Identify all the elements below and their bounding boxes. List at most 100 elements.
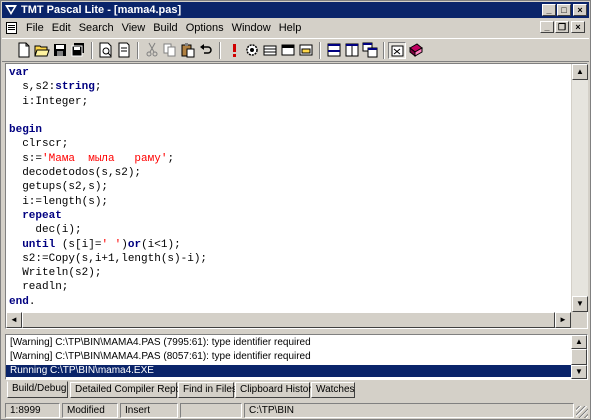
code-token: ; xyxy=(167,152,175,165)
split-vertical-button[interactable] xyxy=(343,42,361,59)
document-minimize-button[interactable]: _ xyxy=(540,21,554,33)
horizontal-scroll-thumb[interactable] xyxy=(22,312,555,328)
code-token: . xyxy=(28,295,36,308)
close-button[interactable]: × xyxy=(573,4,587,16)
messages-panel[interactable]: [Warning] C:\TP\BIN\MAMA4.PAS (7995:61):… xyxy=(5,334,588,380)
print-preview-button[interactable] xyxy=(97,42,115,59)
build-button[interactable] xyxy=(261,42,279,59)
minimize-button[interactable]: _ xyxy=(542,4,556,16)
menu-window[interactable]: Window xyxy=(228,21,275,35)
editor-vertical-scrollbar[interactable]: ▲ ▼ xyxy=(571,64,588,312)
menu-search[interactable]: Search xyxy=(75,21,118,35)
resize-grip[interactable] xyxy=(576,406,588,418)
tab-build-debug[interactable]: Build/Debug xyxy=(7,381,68,398)
tab-clipboard-history[interactable]: Clipboard History xyxy=(235,382,317,398)
toolbar-separator xyxy=(91,42,93,59)
document-restore-button[interactable]: ❐ xyxy=(555,21,569,33)
code-token: ) xyxy=(121,238,128,251)
code-line[interactable] xyxy=(9,109,207,123)
title-bar[interactable]: TMT Pascal Lite - [mama4.pas] _ □ × xyxy=(2,2,589,18)
help-book-icon xyxy=(409,43,423,58)
floppy-disk-icon xyxy=(54,44,66,56)
menu-options[interactable]: Options xyxy=(182,21,228,35)
code-token: Writeln(s2); xyxy=(9,267,102,280)
print-button[interactable] xyxy=(115,42,133,59)
split-horizontal-button[interactable] xyxy=(325,42,343,59)
document-system-menu-icon[interactable] xyxy=(6,22,17,34)
menu-view[interactable]: View xyxy=(118,21,150,35)
tab-watches[interactable]: Watches xyxy=(311,382,355,398)
cut-button[interactable] xyxy=(143,42,161,59)
save-all-icon xyxy=(71,43,84,57)
document-close-button[interactable]: × xyxy=(571,21,585,33)
code-line[interactable]: i:=length(s); xyxy=(9,195,207,209)
code-line[interactable]: begin xyxy=(9,123,207,137)
code-token: getups(s2,s); xyxy=(9,181,109,194)
code-line[interactable]: until (s[i]=' ')or(i<1); xyxy=(9,238,207,252)
code-editor[interactable]: var s,s2:string; i:Integer; begin clrscr;… xyxy=(5,63,588,329)
messages-scrollbar[interactable]: ▲ ▼ xyxy=(571,335,587,379)
menu-help[interactable]: Help xyxy=(275,21,306,35)
code-line[interactable]: var xyxy=(9,66,207,80)
scroll-up-button[interactable]: ▲ xyxy=(572,64,588,80)
new-file-button[interactable] xyxy=(15,42,33,59)
code-line[interactable]: clrscr; xyxy=(9,137,207,151)
maximize-button[interactable]: □ xyxy=(557,4,571,16)
code-text[interactable]: var s,s2:string; i:Integer; begin clrscr;… xyxy=(9,66,207,309)
code-line[interactable]: readln; xyxy=(9,280,207,294)
menu-edit[interactable]: Edit xyxy=(48,21,75,35)
message-line[interactable]: [Warning] C:\TP\BIN\MAMA4.PAS (7995:61):… xyxy=(10,337,311,349)
messages-scroll-up-button[interactable]: ▲ xyxy=(571,335,587,349)
code-line[interactable]: Writeln(s2); xyxy=(9,266,207,280)
tab-detailed-compiler-report[interactable]: Detailed Compiler Report xyxy=(70,382,187,398)
scroll-down-button[interactable]: ▼ xyxy=(572,296,588,312)
scroll-right-button[interactable]: ► xyxy=(555,312,571,328)
code-token: (i<1); xyxy=(141,238,181,251)
save-all-button[interactable] xyxy=(69,42,87,59)
code-string: ' ' xyxy=(101,238,122,251)
menu-file[interactable]: File xyxy=(22,21,48,35)
build-stack-icon xyxy=(263,45,277,56)
open-file-button[interactable] xyxy=(33,42,51,59)
tmt-logo-icon xyxy=(5,5,17,15)
code-line[interactable]: dec(i); xyxy=(9,223,207,237)
tab-find-in-files[interactable]: Find in Files xyxy=(178,382,237,398)
make-button[interactable] xyxy=(279,42,297,59)
code-keyword: repeat xyxy=(22,209,62,222)
code-token: s2:=Copy(s,i+1,length(s)-i); xyxy=(9,252,208,265)
copy-button[interactable] xyxy=(161,42,179,59)
code-line[interactable]: getups(s2,s); xyxy=(9,180,207,194)
code-line[interactable]: i:Integer; xyxy=(9,95,207,109)
menu-build[interactable]: Build xyxy=(149,21,181,35)
message-line[interactable]: [Warning] C:\TP\BIN\MAMA4.PAS (8057:61):… xyxy=(10,351,311,363)
split-vertical-icon xyxy=(345,43,359,57)
code-line[interactable]: repeat xyxy=(9,209,207,223)
scroll-left-button[interactable]: ◄ xyxy=(6,312,22,328)
compile-button[interactable] xyxy=(243,42,261,59)
paste-button[interactable] xyxy=(179,42,197,59)
code-keyword: var xyxy=(9,67,29,79)
tile-windows-button[interactable] xyxy=(361,42,379,59)
code-line[interactable]: s2:=Copy(s,i+1,length(s)-i); xyxy=(9,252,207,266)
window-title: TMT Pascal Lite - [mama4.pas] xyxy=(21,4,182,16)
messages-scroll-thumb[interactable] xyxy=(571,349,587,365)
message-line-selected[interactable]: Running C:\TP\BIN\mama4.EXE xyxy=(6,365,571,377)
status-insert-mode: Insert xyxy=(120,403,178,418)
code-line[interactable]: end. xyxy=(9,295,207,309)
code-line[interactable]: s:='Мама мыла раму'; xyxy=(9,152,207,166)
split-horizontal-icon xyxy=(327,43,341,57)
debug-button[interactable] xyxy=(297,42,315,59)
code-token: s:= xyxy=(9,152,43,165)
scroll-track[interactable] xyxy=(572,80,588,302)
save-button[interactable] xyxy=(51,42,69,59)
code-line[interactable]: s,s2:string; xyxy=(9,80,207,94)
undo-button[interactable] xyxy=(197,42,215,59)
messages-scroll-down-button[interactable]: ▼ xyxy=(571,365,587,379)
help-book-button[interactable] xyxy=(407,42,425,59)
clipboard-icon xyxy=(181,43,195,58)
compile-options-button[interactable] xyxy=(388,42,406,59)
status-bar: 1:8999 Modified Insert C:\TP\BIN xyxy=(2,401,589,419)
code-line[interactable]: decodetodos(s,s2); xyxy=(9,166,207,180)
run-button[interactable] xyxy=(225,42,243,59)
editor-horizontal-scrollbar[interactable]: ◄ ► xyxy=(6,312,571,328)
